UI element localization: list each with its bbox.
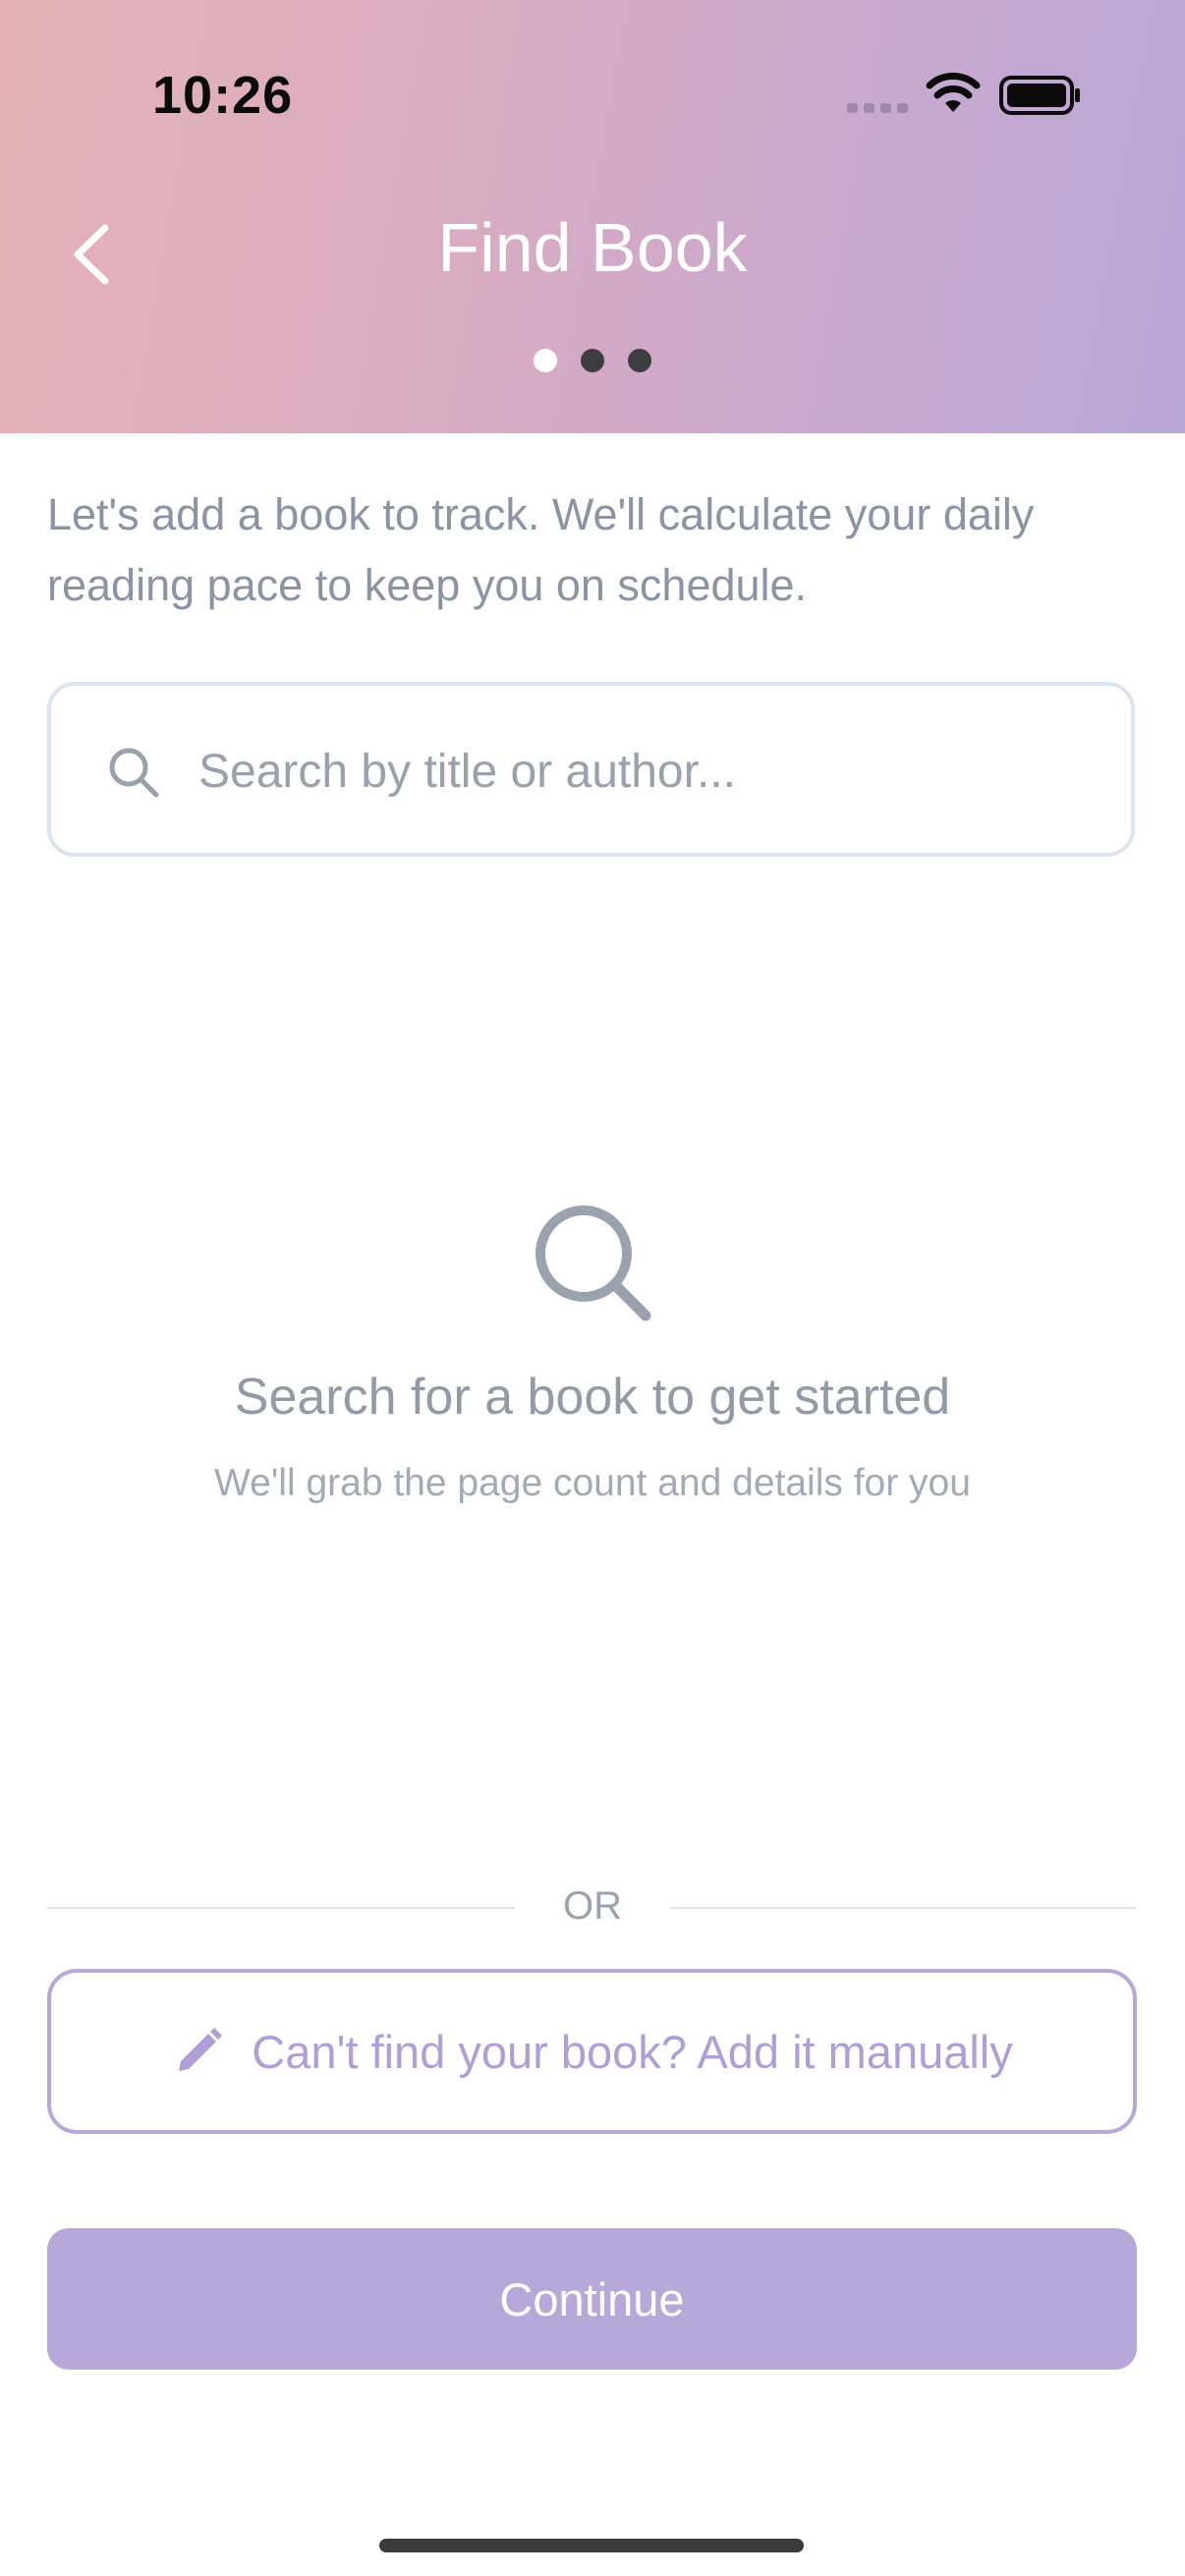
divider-or-label: OR [563,1884,622,1928]
step-indicator [534,349,651,372]
search-icon [109,748,159,798]
find-book-screen: 10:26 Find Book Let's add a book to trac… [0,0,1185,2576]
continue-label: Continue [499,2272,685,2325]
empty-state-search-icon [536,1205,651,1321]
header: 10:26 Find Book [0,0,1185,433]
search-input[interactable] [197,725,1085,817]
search-box[interactable] [47,682,1135,857]
wifi-icon [926,73,981,112]
pencil-icon [179,2028,223,2071]
add-manually-label: Can't find your book? Add it manually [252,2025,1013,2078]
empty-state-subtitle: We'll grab the page count and details fo… [214,1462,971,1504]
cellular-signal-icon [847,103,908,113]
status-time: 10:26 [152,66,294,125]
continue-button[interactable]: Continue [47,2228,1137,2370]
empty-state-title: Search for a book to get started [234,1369,951,1426]
page-title: Find Book [437,209,748,286]
divider-line-right [670,1907,1136,1909]
divider-line-left [47,1907,515,1909]
home-indicator [379,2539,804,2552]
add-manually-button[interactable]: Can't find your book? Add it manually [47,1969,1137,2134]
step-dot-1 [534,349,557,372]
step-dot-3 [628,349,651,372]
battery-icon [999,76,1080,115]
step-dot-2 [581,349,604,372]
intro-text: Let's add a book to track. We'll calcula… [47,489,1035,610]
